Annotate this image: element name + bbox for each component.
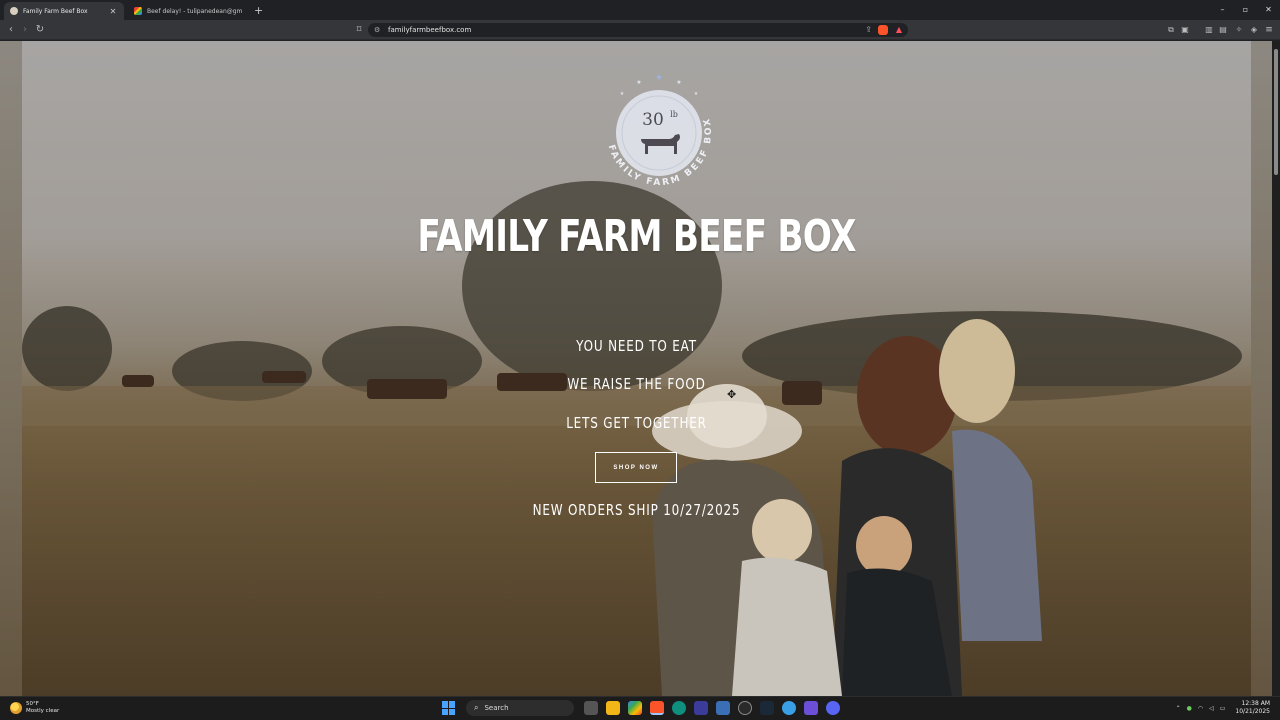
windows-taskbar: 50°F Mostly clear ⌕ Search ⌃ ● ◠ ◁ ▭ 12:…: [0, 696, 1280, 720]
menu-icon[interactable]: ≡: [1262, 23, 1276, 37]
wifi-icon[interactable]: ◠: [1198, 705, 1203, 712]
weather-widget[interactable]: 50°F Mostly clear: [10, 701, 59, 715]
tab-title: Beef delay! - tulipanedean@gmail.co: [147, 7, 242, 15]
maximize-icon[interactable]: ▫: [1234, 0, 1257, 20]
mic-icon[interactable]: ●: [1187, 705, 1192, 712]
search-label: Search: [484, 704, 509, 712]
steam-icon[interactable]: [760, 701, 774, 715]
windows-start-icon[interactable]: [442, 701, 456, 715]
forward-icon[interactable]: ›: [18, 23, 32, 37]
site-info-icon[interactable]: ⚙: [374, 23, 380, 37]
hero-section: FAMILY FARM BEEF BOX 30 lb ★ ★ ★ ★ ★: [22, 41, 1251, 696]
tree-shape: [22, 306, 112, 391]
clock-date: 10/21/2025: [1235, 708, 1270, 715]
battery-icon[interactable]: ▭: [1220, 705, 1226, 712]
page-viewport: FAMILY FARM BEEF BOX 30 lb ★ ★ ★ ★ ★ FAM…: [0, 41, 1280, 696]
logo-weight: 30: [642, 110, 664, 130]
extensions-icon[interactable]: ⧉: [1164, 23, 1178, 37]
taskbar-search[interactable]: ⌕ Search: [466, 700, 574, 716]
close-window-icon[interactable]: ✕: [1257, 0, 1280, 20]
star-icon: ★: [620, 91, 625, 97]
search-icon: ⌕: [474, 703, 479, 712]
volume-icon[interactable]: ◁: [1209, 705, 1214, 712]
window-controls: – ▫ ✕: [1211, 0, 1280, 20]
taskbar-apps: ⌕ Search: [442, 700, 844, 716]
tagline-1: YOU NEED TO EAT: [576, 337, 697, 355]
app-icon[interactable]: [694, 701, 708, 715]
ship-date-notice: NEW ORDERS SHIP 10/27/2025: [532, 501, 741, 519]
bookmark-icon[interactable]: ⌑: [352, 23, 366, 37]
weather-condition: Mostly clear: [26, 708, 60, 714]
back-icon[interactable]: ‹: [4, 23, 18, 37]
shop-now-button[interactable]: SHOP NOW: [595, 452, 677, 483]
taskbar-clock[interactable]: 12:38 AM 10/21/2025: [1235, 700, 1270, 716]
star-icon: ★: [636, 79, 641, 86]
gmail-favicon-icon: [134, 7, 142, 15]
mouse-cursor-icon: ✥: [727, 388, 737, 401]
star-icon: ★: [655, 73, 663, 83]
sidebar-icon[interactable]: ▥: [1202, 23, 1216, 37]
weather-moon-icon: [10, 702, 22, 714]
chrome-icon[interactable]: [628, 701, 642, 715]
minimize-icon[interactable]: –: [1211, 0, 1234, 20]
logo-unit: lb: [670, 110, 678, 119]
tab-family-farm-beef-box[interactable]: Family Farm Beef Box ✕: [4, 2, 124, 20]
star-icon: ★: [676, 79, 681, 86]
url-text: familyfarmbeefbox.com: [388, 26, 472, 34]
site-title: FAMILY FARM BEEF BOX: [417, 211, 856, 262]
tab-title: Family Farm Beef Box: [23, 7, 88, 15]
vpn-icon[interactable]: ◈: [1247, 23, 1261, 37]
edge-icon[interactable]: [672, 701, 686, 715]
share-icon[interactable]: ⇪: [865, 23, 872, 37]
page-margin-right: [1251, 41, 1272, 696]
tagline-2: WE RAISE THE FOOD: [567, 375, 706, 393]
wallet-icon[interactable]: ▣: [1178, 23, 1192, 37]
new-tab-button[interactable]: +: [254, 2, 263, 20]
task-view-icon[interactable]: [584, 701, 598, 715]
brave-rewards-icon[interactable]: ▲: [896, 23, 902, 37]
brave-shields-icon[interactable]: [878, 25, 888, 35]
scrollbar-thumb[interactable]: [1274, 49, 1278, 175]
browser-toolbar: ‹ › ↻ ⌑ ⚙ familyfarmbeefbox.com ⇪ ▲ ⧉ ▣ …: [0, 20, 1280, 40]
tagline-3: LETS GET TOGETHER: [566, 414, 707, 432]
address-bar[interactable]: ⚙ familyfarmbeefbox.com ⇪ ▲: [368, 23, 908, 37]
weather-temp: 50°F: [26, 701, 39, 707]
app-icon[interactable]: [716, 701, 730, 715]
brave-icon[interactable]: [650, 701, 664, 715]
reload-icon[interactable]: ↻: [33, 23, 47, 37]
app-icon[interactable]: [782, 701, 796, 715]
star-icon: ★: [694, 91, 699, 97]
site-logo: FAMILY FARM BEEF BOX 30 lb ★ ★ ★ ★ ★: [606, 73, 712, 188]
close-tab-icon[interactable]: ✕: [108, 7, 118, 16]
visual-studio-icon[interactable]: [804, 701, 818, 715]
system-tray: ⌃ ● ◠ ◁ ▭ 12:38 AM 10/21/2025: [1170, 700, 1270, 716]
site-favicon-icon: [10, 7, 18, 15]
tab-gmail[interactable]: Beef delay! - tulipanedean@gmail.co: [128, 2, 248, 20]
file-explorer-icon[interactable]: [606, 701, 620, 715]
obs-icon[interactable]: [738, 701, 752, 715]
tab-search-icon[interactable]: ▤: [1216, 23, 1230, 37]
discord-icon[interactable]: [826, 701, 840, 715]
clock-time: 12:38 AM: [1241, 700, 1270, 707]
chevron-up-icon[interactable]: ⌃: [1176, 705, 1181, 712]
leo-ai-icon[interactable]: ✧: [1232, 23, 1246, 37]
page-margin-left: [0, 41, 22, 696]
tab-strip: Family Farm Beef Box ✕ Beef delay! - tul…: [0, 0, 1280, 20]
